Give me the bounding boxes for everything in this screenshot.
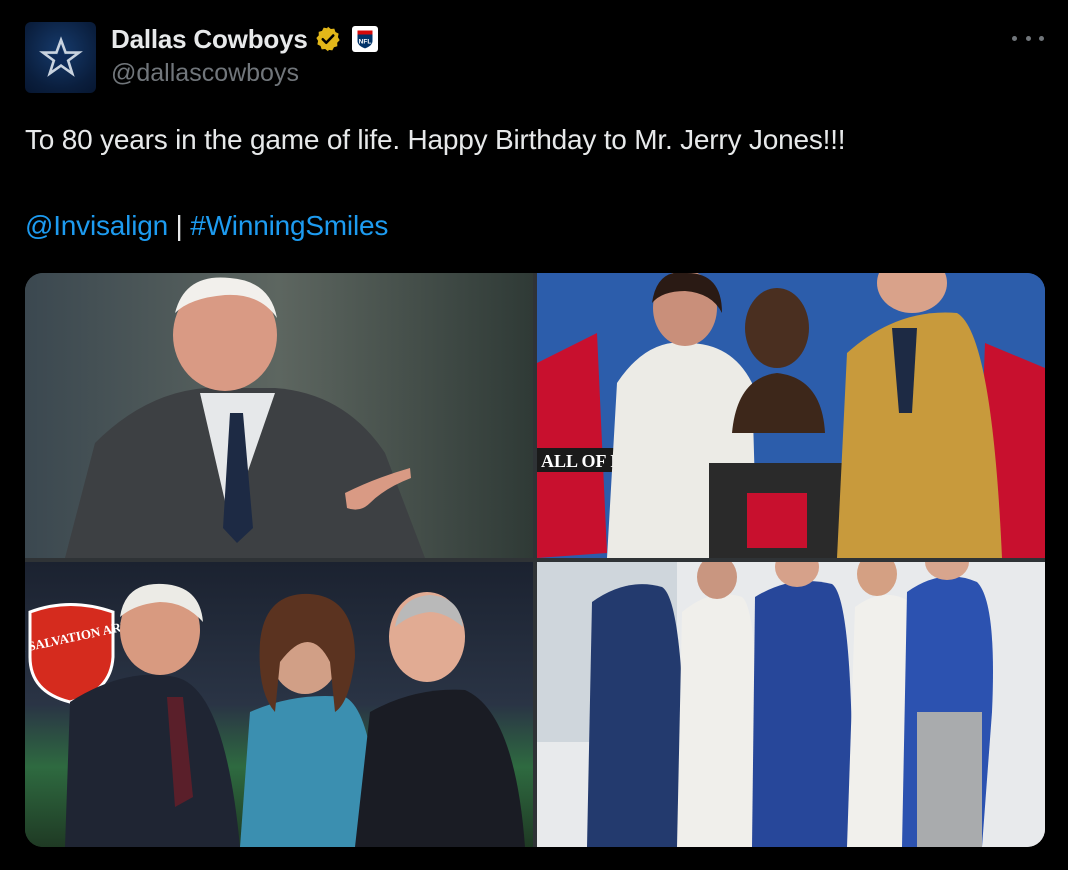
mention-link[interactable]: @Invisalign <box>25 210 168 241</box>
star-icon <box>38 35 83 77</box>
photo-1[interactable] <box>25 273 533 558</box>
media-grid: ALL OF FAM SALVATION <box>25 273 1045 847</box>
more-options-button[interactable] <box>1012 26 1044 50</box>
author-name-row: Dallas Cowboys NFL <box>111 22 378 56</box>
photo-4[interactable] <box>537 562 1045 847</box>
photo-3[interactable]: THE SALVATION ARMY <box>25 562 533 847</box>
separator: | <box>167 210 191 241</box>
more-horizontal-icon <box>1012 35 1017 41</box>
verified-badge-icon[interactable] <box>314 25 342 53</box>
avatar[interactable] <box>25 22 96 93</box>
hashtag-link[interactable]: #WinningSmiles <box>190 210 388 241</box>
tweet-links: @Invisalign | #WinningSmiles <box>25 210 388 242</box>
author-handle[interactable]: @dallascowboys <box>111 59 299 88</box>
more-horizontal-icon <box>1025 35 1031 41</box>
more-horizontal-icon <box>1039 35 1044 41</box>
photo-2[interactable]: ALL OF FAM <box>537 273 1045 558</box>
display-name[interactable]: Dallas Cowboys <box>111 24 308 55</box>
svg-text:NFL: NFL <box>358 39 371 46</box>
tweet-text: To 80 years in the game of life. Happy B… <box>25 124 846 155</box>
nfl-affiliate-badge-icon[interactable]: NFL <box>351 26 378 52</box>
tweet: Dallas Cowboys NFL @dallascowboys To 80 … <box>0 0 1068 870</box>
